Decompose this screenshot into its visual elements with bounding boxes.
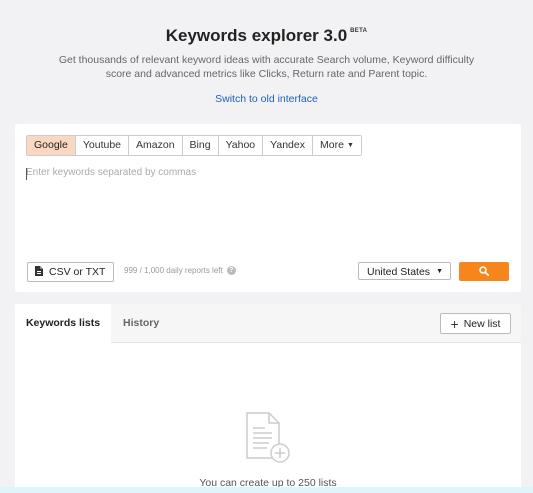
tab-history[interactable]: History [123,304,159,342]
csv-upload-label: CSV or TXT [49,266,106,278]
document-add-icon [245,412,291,469]
search-engine-tabs: Google Youtube Amazon Bing Yahoo Yandex … [26,135,362,156]
csv-upload-button[interactable]: CSV or TXT [27,262,115,282]
keywords-input[interactable] [26,167,506,247]
reports-left-text: 999 / 1,000 daily reports left [124,266,223,275]
page-subtitle: Get thousands of relevant keyword ideas … [58,54,475,80]
search-button[interactable] [459,262,509,281]
reports-counter: 999 / 1,000 daily reports left ? [124,266,236,275]
beta-badge: BETA [350,28,368,34]
engine-more-dropdown[interactable]: More ▼ [313,136,361,155]
new-list-label: New list [463,317,501,330]
engine-tab-amazon[interactable]: Amazon [129,136,183,155]
engine-more-label: More [320,139,344,151]
engine-tab-youtube[interactable]: Youtube [75,136,130,155]
engine-tab-bing[interactable]: Bing [182,136,219,155]
text-cursor [26,168,27,180]
country-select[interactable]: United States ▼ [358,262,451,280]
keyword-search-card: Google Youtube Amazon Bing Yahoo Yandex … [15,124,521,292]
search-icon [479,263,490,281]
tab-keywords-lists[interactable]: Keywords lists [15,304,111,343]
engine-tab-google[interactable]: Google [27,136,76,155]
question-circle-icon[interactable]: ? [226,266,236,275]
bottom-strip [0,487,533,493]
switch-interface-link[interactable]: Switch to old interface [0,93,533,105]
file-icon [35,265,43,279]
page-title-text: Keywords explorer 3.0 [165,26,348,45]
new-list-button[interactable]: + New list [440,313,511,334]
lists-tabbar: Keywords lists History + New list [15,304,521,343]
plus-icon: + [450,315,459,332]
keyword-lists-card: Keywords lists History + New list You ca… [15,304,521,493]
engine-tab-yandex[interactable]: Yandex [263,136,313,155]
country-select-value: United States [367,266,431,278]
caret-down-icon: ▼ [436,268,443,275]
caret-down-icon: ▼ [346,142,354,149]
engine-tab-yahoo[interactable]: Yahoo [218,136,264,155]
page-title: Keywords explorer 3.0 BETA [0,26,533,46]
